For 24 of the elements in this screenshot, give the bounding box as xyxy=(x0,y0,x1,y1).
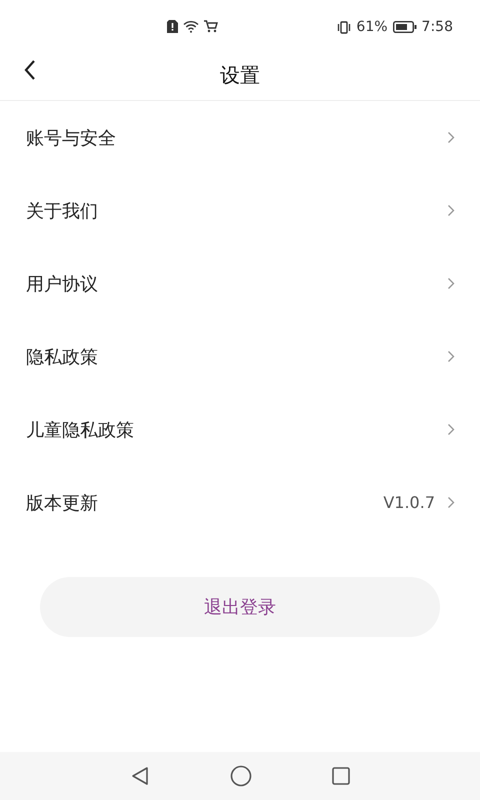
logout-button[interactable]: 退出登录 xyxy=(40,577,440,637)
settings-item[interactable]: 版本更新 V1.0.7 xyxy=(0,466,480,539)
page-title: 设置 xyxy=(220,62,260,88)
home-icon[interactable] xyxy=(230,765,252,787)
chevron-right-icon xyxy=(447,496,455,509)
battery-percent: 61% xyxy=(356,19,388,35)
chevron-right-icon xyxy=(447,131,455,144)
settings-item[interactable]: 用户协议 xyxy=(0,247,480,320)
battery-icon xyxy=(392,21,417,33)
chevron-right-icon xyxy=(447,350,455,363)
chevron-right-icon xyxy=(447,423,455,436)
chevron-right-icon xyxy=(447,277,455,290)
settings-item[interactable]: 账号与安全 xyxy=(0,101,480,174)
recents-icon[interactable] xyxy=(332,767,350,785)
clock-time: 7:58 xyxy=(422,19,453,35)
settings-item[interactable]: 儿童隐私政策 xyxy=(0,393,480,466)
settings-item[interactable]: 关于我们 xyxy=(0,174,480,247)
cart-icon xyxy=(204,20,218,33)
alert-icon xyxy=(167,20,178,33)
settings-item[interactable]: 隐私政策 xyxy=(0,320,480,393)
vibrate-icon xyxy=(337,20,352,34)
wifi-icon xyxy=(183,20,199,33)
back-icon[interactable] xyxy=(130,766,150,786)
chevron-right-icon xyxy=(447,204,455,217)
